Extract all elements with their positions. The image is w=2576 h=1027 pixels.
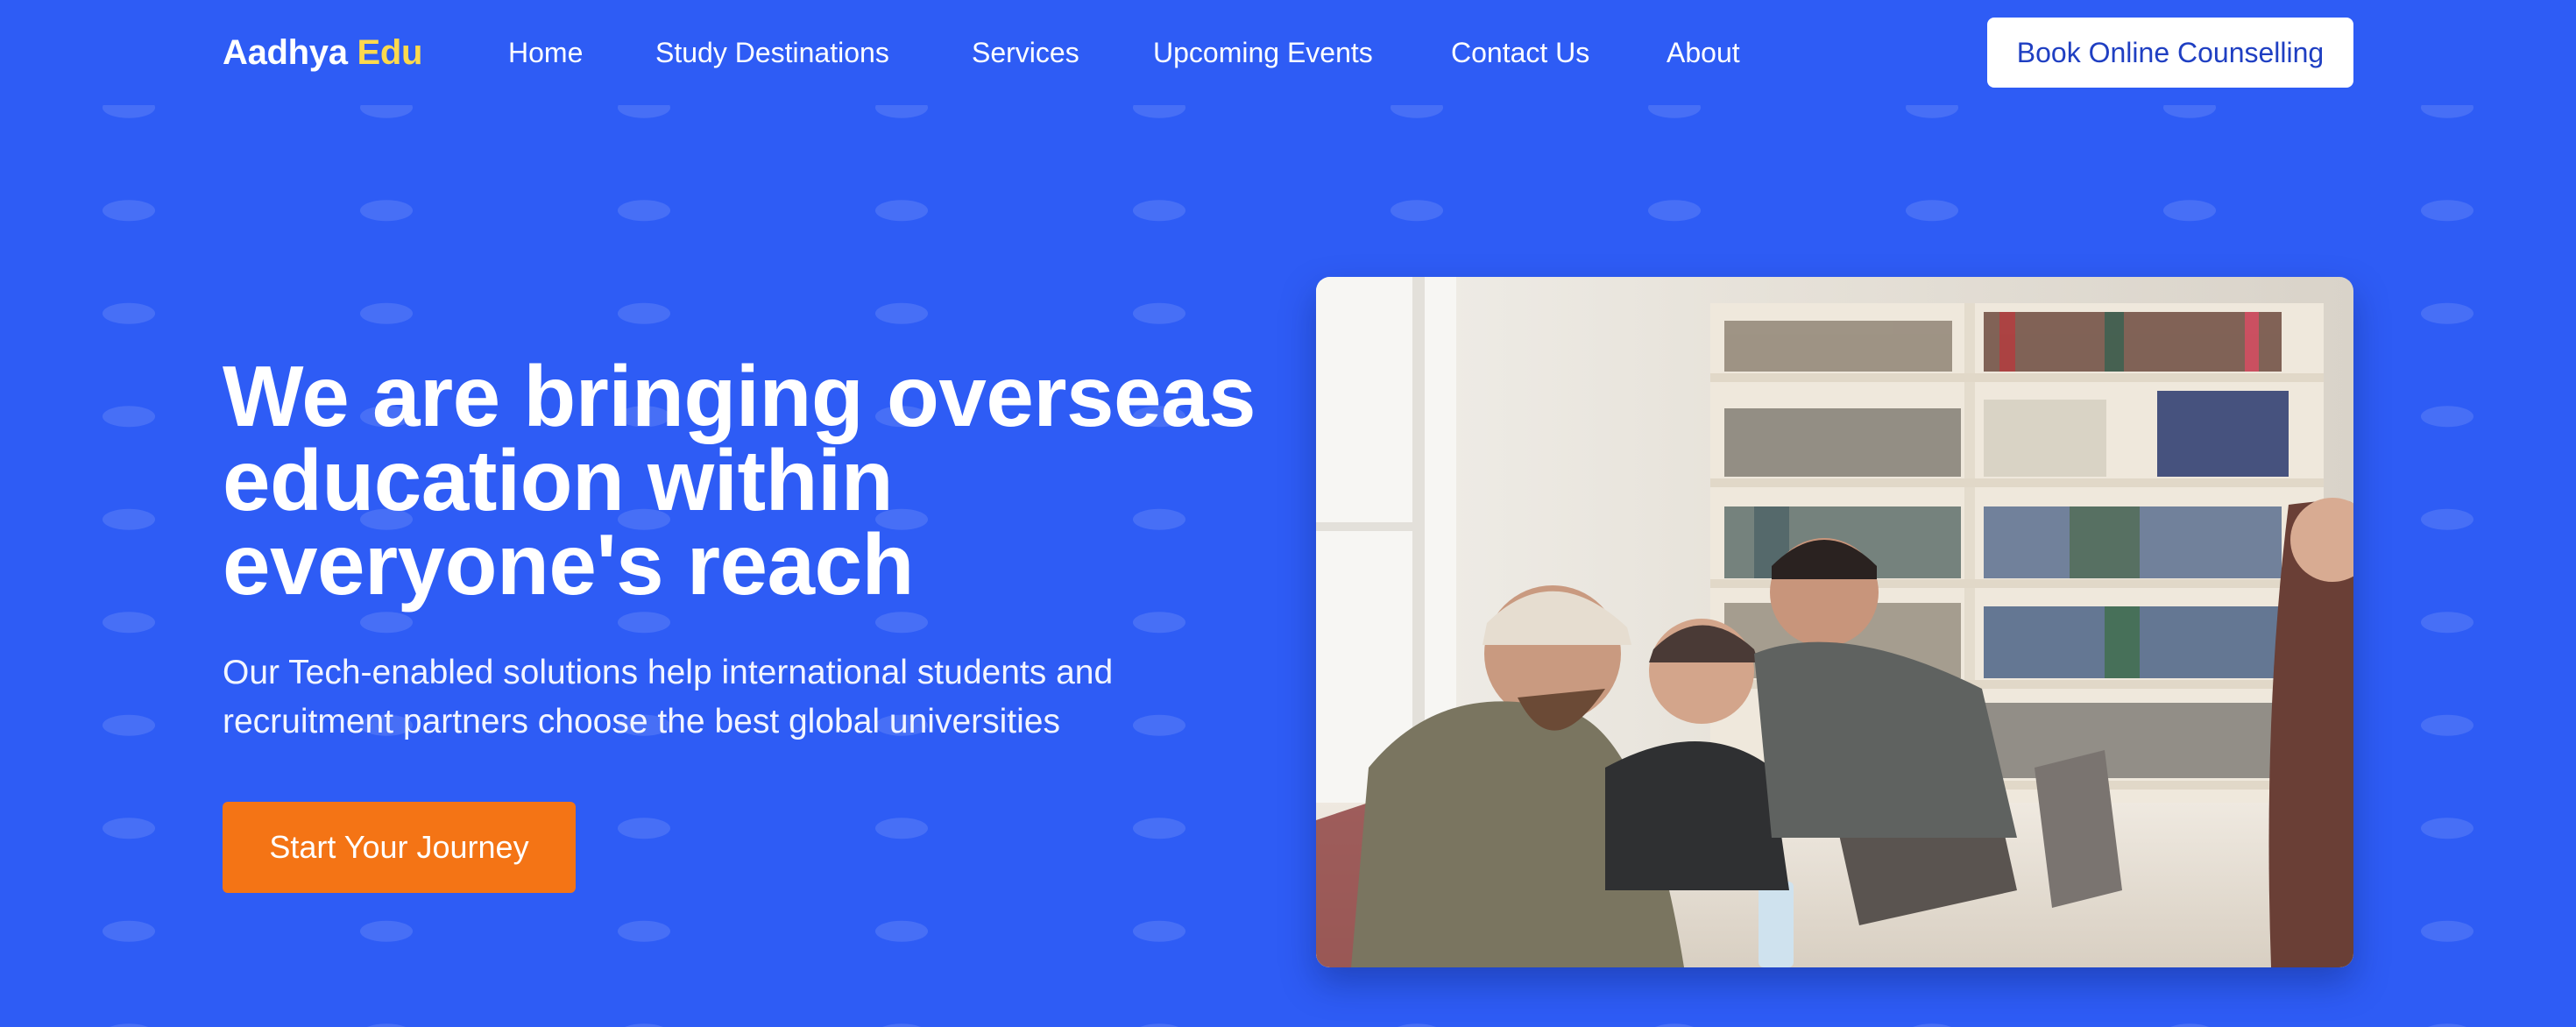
hero-title-line: We are bringing overseas	[223, 348, 1256, 444]
hero-photo-students-library	[1316, 277, 2353, 967]
top-navigation: Aadhya Edu Home Study Destinations Servi…	[0, 0, 2576, 105]
nav-link-about[interactable]: About	[1667, 33, 1740, 72]
start-your-journey-button[interactable]: Start Your Journey	[223, 802, 576, 893]
nav-link-home[interactable]: Home	[508, 33, 583, 72]
hero-subtitle-line: Our Tech-enabled solutions help internat…	[223, 654, 1114, 691]
nav-link-study-destinations[interactable]: Study Destinations	[655, 33, 889, 72]
nav-link-services[interactable]: Services	[972, 33, 1079, 72]
nav-link-contact-us[interactable]: Contact Us	[1451, 33, 1589, 72]
brand-logo[interactable]: Aadhya Edu	[223, 32, 422, 74]
hero-title-line: education within	[223, 432, 894, 528]
book-online-counselling-button[interactable]: Book Online Counselling	[1987, 18, 2353, 88]
hero-title: We are bringing overseas education withi…	[223, 348, 1274, 613]
hero-subtitle-line: recruitment partners choose the best glo…	[223, 703, 1060, 740]
nav-link-upcoming-events[interactable]: Upcoming Events	[1153, 33, 1373, 72]
hero-subtitle: Our Tech-enabled solutions help internat…	[223, 648, 1274, 747]
brand-name-accent: Edu	[357, 33, 423, 72]
hero-title-line: everyone's reach	[223, 516, 914, 613]
brand-name-main: Aadhya	[223, 33, 348, 72]
